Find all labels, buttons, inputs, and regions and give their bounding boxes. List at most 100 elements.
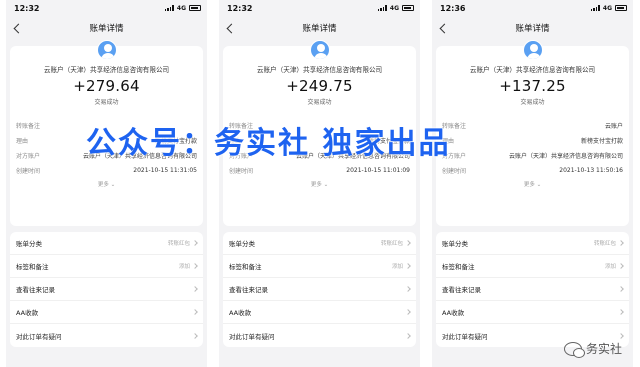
transaction-amount: +249.75 xyxy=(286,77,353,95)
detail-value: 云账户 xyxy=(604,123,623,130)
chevron-right-icon xyxy=(192,309,198,315)
actions-list: 账单分类 转账红包 标签和备注 添加 查看往来记录 AA收款 对此订单有疑问 xyxy=(223,232,416,347)
detail-value: 2021-10-13 11:50:16 xyxy=(559,167,623,174)
more-button[interactable]: 更多 ⌄ xyxy=(10,180,203,188)
watermark-label: 务实社 xyxy=(585,342,622,356)
signal-icon xyxy=(590,5,600,11)
more-button[interactable]: 更多 ⌄ xyxy=(223,180,416,188)
list-label: 查看往来记录 xyxy=(442,286,481,294)
phone-screen-2: 12:32 4G 账单详情 云账户（天津）共享经济信息咨询有限公司 +249.7… xyxy=(219,0,420,367)
detail-value: 2021-10-15 11:31:05 xyxy=(133,167,197,174)
detail-row: 对方账户 云账户（天津）共享经济信息咨询有限公司 xyxy=(436,148,629,163)
chevron-right-icon xyxy=(405,263,411,269)
watermark: 务实社 xyxy=(563,340,622,358)
network-label: 4G xyxy=(602,4,612,12)
nav-bar: 账单详情 xyxy=(432,16,633,40)
chevron-right-icon xyxy=(405,309,411,315)
chevron-right-icon xyxy=(618,263,624,269)
payee-name: 云账户（天津）共享经济信息咨询有限公司 xyxy=(469,66,596,74)
network-label: 4G xyxy=(176,4,186,12)
phone-screen-3: 12:36 4G 账单详情 云账户（天津）共享经济信息咨询有限公司 +137.2… xyxy=(432,0,633,367)
chevron-right-icon xyxy=(618,309,624,315)
list-item-question[interactable]: 对此订单有疑问 xyxy=(10,324,203,347)
detail-label: 创建时间 xyxy=(442,168,467,175)
chevron-right-icon xyxy=(405,332,411,339)
transaction-summary-card: 云账户（天津）共享经济信息咨询有限公司 +137.25 交易成功 转账备注 云账户… xyxy=(436,40,629,226)
status-bar: 12:32 4G xyxy=(219,0,420,16)
payee-name: 云账户（天津）共享经济信息咨询有限公司 xyxy=(43,66,170,74)
actions-list: 账单分类 转账红包 标签和备注 添加 查看往来记录 AA收款 对此订单有疑问 xyxy=(10,232,203,347)
list-item-aa[interactable]: AA收款 xyxy=(10,301,203,324)
chevron-down-icon: ⌄ xyxy=(323,182,329,188)
chevron-right-icon xyxy=(405,240,411,246)
list-label: 查看往来记录 xyxy=(16,286,55,294)
detail-rows: 转账备注 云账户 理由 新榜支付宝打款 对方账户 云账户（天津）共享经济信息咨询有限公… xyxy=(436,118,629,178)
transaction-status: 交易成功 xyxy=(520,99,545,106)
chevron-down-icon: ⌄ xyxy=(110,182,116,188)
list-item-tags[interactable]: 标签和备注 添加 xyxy=(10,255,203,278)
list-item-category[interactable]: 账单分类 转账红包 xyxy=(436,232,629,255)
list-item-category[interactable]: 账单分类 转账红包 xyxy=(10,232,203,255)
more-label: 更多 xyxy=(97,182,109,188)
list-item-history[interactable]: 查看往来记录 xyxy=(223,278,416,301)
chevron-right-icon xyxy=(405,286,411,292)
more-label: 更多 xyxy=(523,182,535,188)
list-value: 转账红包 xyxy=(380,241,403,247)
back-arrow-icon[interactable] xyxy=(437,21,451,35)
transaction-status: 交易成功 xyxy=(307,99,332,106)
avatar-icon xyxy=(96,40,117,60)
actions-list: 账单分类 转账红包 标签和备注 添加 查看往来记录 AA收款 对此订单有疑问 xyxy=(436,232,629,347)
signal-icon xyxy=(377,5,387,11)
chevron-right-icon xyxy=(618,332,624,339)
list-value: 添加 xyxy=(391,264,403,270)
list-item-history[interactable]: 查看往来记录 xyxy=(10,278,203,301)
chevron-right-icon xyxy=(192,286,198,292)
list-label: AA收款 xyxy=(229,309,252,317)
detail-row: 创建时间 2021-10-15 11:01:09 xyxy=(223,163,416,178)
back-arrow-icon[interactable] xyxy=(11,21,25,35)
page-title: 账单详情 xyxy=(515,24,550,34)
detail-label: 理由 xyxy=(16,138,29,145)
detail-row: 理由 新榜支付宝打款 xyxy=(436,133,629,148)
detail-row: 创建时间 2021-10-15 11:31:05 xyxy=(10,163,203,178)
list-item-tags[interactable]: 标签和备注 添加 xyxy=(436,255,629,278)
nav-bar: 账单详情 xyxy=(219,16,420,40)
list-item-category[interactable]: 账单分类 转账红包 xyxy=(223,232,416,255)
back-arrow-icon[interactable] xyxy=(224,21,238,35)
list-label: 标签和备注 xyxy=(16,263,49,271)
overlay-banner-text: 公众号：务实社 独家出品 xyxy=(86,126,451,161)
chevron-down-icon: ⌄ xyxy=(536,182,542,188)
status-bar: 12:32 4G xyxy=(6,0,207,16)
detail-label: 对方账户 xyxy=(16,153,41,160)
status-time: 12:32 xyxy=(14,3,40,13)
list-value: 转账红包 xyxy=(167,241,190,247)
list-label: AA收款 xyxy=(442,309,465,317)
more-button[interactable]: 更多 ⌄ xyxy=(436,180,629,188)
list-label: 对此订单有疑问 xyxy=(229,332,275,341)
detail-label: 转账备注 xyxy=(16,123,41,130)
list-label: 标签和备注 xyxy=(229,263,262,271)
list-label: 账单分类 xyxy=(442,240,468,248)
list-item-tags[interactable]: 标签和备注 添加 xyxy=(223,255,416,278)
list-item-question[interactable]: 对此订单有疑问 xyxy=(223,324,416,347)
status-bar: 12:36 4G xyxy=(432,0,633,16)
transaction-status: 交易成功 xyxy=(94,99,119,106)
chevron-right-icon xyxy=(192,332,198,339)
list-item-aa[interactable]: AA收款 xyxy=(436,301,629,324)
detail-label: 创建时间 xyxy=(16,168,41,175)
list-label: 账单分类 xyxy=(16,240,42,248)
list-label: 标签和备注 xyxy=(442,263,475,271)
chevron-right-icon xyxy=(192,240,198,246)
detail-label: 创建时间 xyxy=(229,168,254,175)
list-item-history[interactable]: 查看往来记录 xyxy=(436,278,629,301)
list-value: 添加 xyxy=(178,264,190,270)
detail-row: 转账备注 云账户 xyxy=(436,118,629,133)
avatar-icon xyxy=(309,40,330,60)
nav-bar: 账单详情 xyxy=(6,16,207,40)
list-item-aa[interactable]: AA收款 xyxy=(223,301,416,324)
status-time: 12:32 xyxy=(227,3,253,13)
battery-icon xyxy=(402,5,414,11)
payee-name: 云账户（天津）共享经济信息咨询有限公司 xyxy=(256,66,383,74)
battery-icon xyxy=(189,5,201,11)
status-time: 12:36 xyxy=(440,3,466,13)
